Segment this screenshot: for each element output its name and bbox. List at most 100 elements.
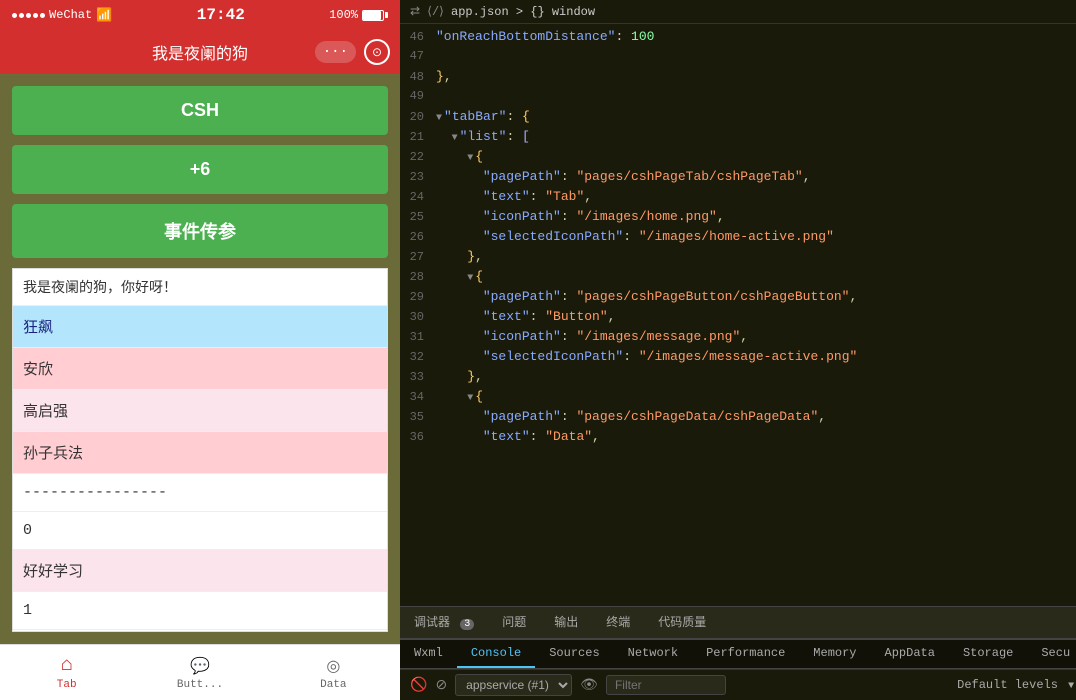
csh-button[interactable]: CSH [12, 86, 388, 135]
event-button[interactable]: 事件传参 [12, 204, 388, 258]
tab-issues[interactable]: 问题 [488, 607, 540, 638]
tab-appdata[interactable]: AppData [871, 640, 949, 668]
tab-issues-label: 问题 [502, 616, 526, 630]
page-title: 我是夜阑的狗 [152, 40, 248, 64]
bottom-bar: 🚫 ⊘ appservice (#1) 👁 Default levels ▼ [400, 669, 1076, 700]
code-line-49: 49 [400, 88, 1076, 108]
tab-terminal[interactable]: 终端 [592, 607, 644, 638]
battery-icon [362, 10, 388, 21]
code-line-33: 33 }, [400, 368, 1076, 388]
app-content: CSH +6 事件传参 我是夜阑的狗，你好呀！ 狂飙 安欣 高启强 孙子兵法 -… [0, 74, 400, 644]
tab-code-quality[interactable]: 代码质量 [644, 607, 720, 638]
tab-code-quality-label: 代码质量 [658, 616, 706, 630]
editor-panel: ⇄ ⟨/⟩ app.json > {} window 46 "onReachBo… [400, 0, 1076, 700]
chevron-down-icon: ▼ [1068, 681, 1074, 692]
code-line-47: 47 [400, 48, 1076, 68]
home-icon: ⌂ [56, 655, 78, 677]
tab-item-data[interactable]: ◎ Data [267, 651, 400, 695]
app-name-label: WeChat [49, 8, 92, 22]
filter-input[interactable] [606, 675, 726, 695]
code-area: 46 "onReachBottomDistance": 100 47 48 },… [400, 24, 1076, 606]
default-levels-selector[interactable]: Default levels ▼ [957, 678, 1074, 692]
tab-debugger[interactable]: 调试器 3 [400, 607, 488, 638]
line-num: 20 [400, 110, 436, 124]
wifi-icon: 📶 [96, 8, 112, 23]
code-line-28: 28 ▼{ [400, 268, 1076, 288]
tab-item-button[interactable]: 💬 Butt... [133, 651, 266, 695]
devtools-tabs: Wxml Console Sources Network Performance… [400, 639, 1076, 669]
line-num: 34 [400, 390, 436, 404]
filter-icon[interactable]: ⊘ [435, 677, 447, 694]
line-num: 49 [400, 89, 436, 103]
breadcrumb-path: app.json > {} window [451, 5, 595, 19]
list-item: 孙子兵法 [13, 432, 387, 474]
tab-label-tab: Tab [57, 679, 77, 691]
line-num: 33 [400, 370, 436, 384]
tab-terminal-label: 终端 [606, 616, 630, 630]
tab-network[interactable]: Network [614, 640, 692, 668]
code-line-32: 32 "selectedIconPath": "/images/message-… [400, 348, 1076, 368]
code-line-48: 48 }, [400, 68, 1076, 88]
battery-pct-label: 100% [329, 8, 358, 22]
tab-console-label: Console [471, 646, 521, 660]
list-item: 好好学习 [13, 550, 387, 592]
tab-item-tab[interactable]: ⌂ Tab [0, 651, 133, 695]
debugger-badge: 3 [460, 619, 474, 630]
plus6-button[interactable]: +6 [12, 145, 388, 194]
code-line-23: 23 "pagePath": "pages/cshPageTab/cshPage… [400, 168, 1076, 188]
tab-sources[interactable]: Sources [535, 640, 613, 668]
list-item: 高启强 [13, 390, 387, 432]
record-icon: ⊙ [372, 45, 382, 60]
tab-storage[interactable]: Storage [949, 640, 1027, 668]
default-levels-label: Default levels [957, 678, 1058, 692]
line-num: 25 [400, 210, 436, 224]
eye-icon[interactable]: 👁 [580, 677, 598, 694]
line-num: 27 [400, 250, 436, 264]
line-num: 28 [400, 270, 436, 284]
data-icon: ◎ [322, 655, 344, 677]
code-line-22: 22 ▼{ [400, 148, 1076, 168]
code-line-34: 34 ▼{ [400, 388, 1076, 408]
editor-breadcrumb: ⇄ ⟨/⟩ app.json > {} window [400, 0, 1076, 24]
tab-output[interactable]: 输出 [540, 607, 592, 638]
tab-console[interactable]: Console [457, 640, 535, 668]
list-item: 狂飙 [13, 306, 387, 348]
status-bar: WeChat 📶 17:42 100% [0, 0, 400, 30]
line-num: 36 [400, 430, 436, 444]
record-button[interactable]: ⊙ [364, 39, 390, 65]
tab-output-label: 输出 [554, 616, 578, 630]
tab-wxml[interactable]: Wxml [400, 640, 457, 668]
line-num: 48 [400, 70, 436, 84]
list-item: 安欣 [13, 348, 387, 390]
more-button[interactable]: ··· [315, 41, 356, 63]
tab-debugger-label: 调试器 [414, 616, 450, 630]
line-num: 29 [400, 290, 436, 304]
title-bar-icons: ··· ⊙ [315, 39, 390, 65]
debug-tabs: 调试器 3 问题 输出 终端 代码质量 [400, 606, 1076, 639]
status-right: 100% [329, 8, 388, 22]
tabbar: ⌂ Tab 💬 Butt... ◎ Data [0, 644, 400, 700]
ban-icon[interactable]: 🚫 [410, 677, 427, 694]
code-line-35: 35 "pagePath": "pages/cshPageData/cshPag… [400, 408, 1076, 428]
tab-appdata-label: AppData [885, 646, 935, 660]
code-line-24: 24 "text": "Tab", [400, 188, 1076, 208]
list-item: 1 [13, 592, 387, 630]
line-num: 23 [400, 170, 436, 184]
tab-wxml-label: Wxml [414, 646, 443, 660]
appservice-selector[interactable]: appservice (#1) [455, 674, 572, 696]
code-line-27: 27 }, [400, 248, 1076, 268]
tab-sources-label: Sources [549, 646, 599, 660]
line-num: 46 [400, 30, 436, 44]
code-line-25: 25 "iconPath": "/images/home.png", [400, 208, 1076, 228]
title-bar: 我是夜阑的狗 ··· ⊙ [0, 30, 400, 74]
time-display: 17:42 [197, 6, 245, 24]
tab-network-label: Network [628, 646, 678, 660]
input-placeholder-text: 我是夜阑的狗，你好呀！ [23, 281, 177, 297]
line-num: 21 [400, 130, 436, 144]
tab-label-data: Data [320, 679, 346, 691]
wechat-simulator: WeChat 📶 17:42 100% 我是夜阑的狗 ··· ⊙ CSH +6 … [0, 0, 400, 700]
tab-memory[interactable]: Memory [799, 640, 870, 668]
tab-secu[interactable]: Secu [1027, 640, 1076, 668]
bottom-icons: 🚫 ⊘ [410, 677, 447, 694]
tab-performance[interactable]: Performance [692, 640, 799, 668]
